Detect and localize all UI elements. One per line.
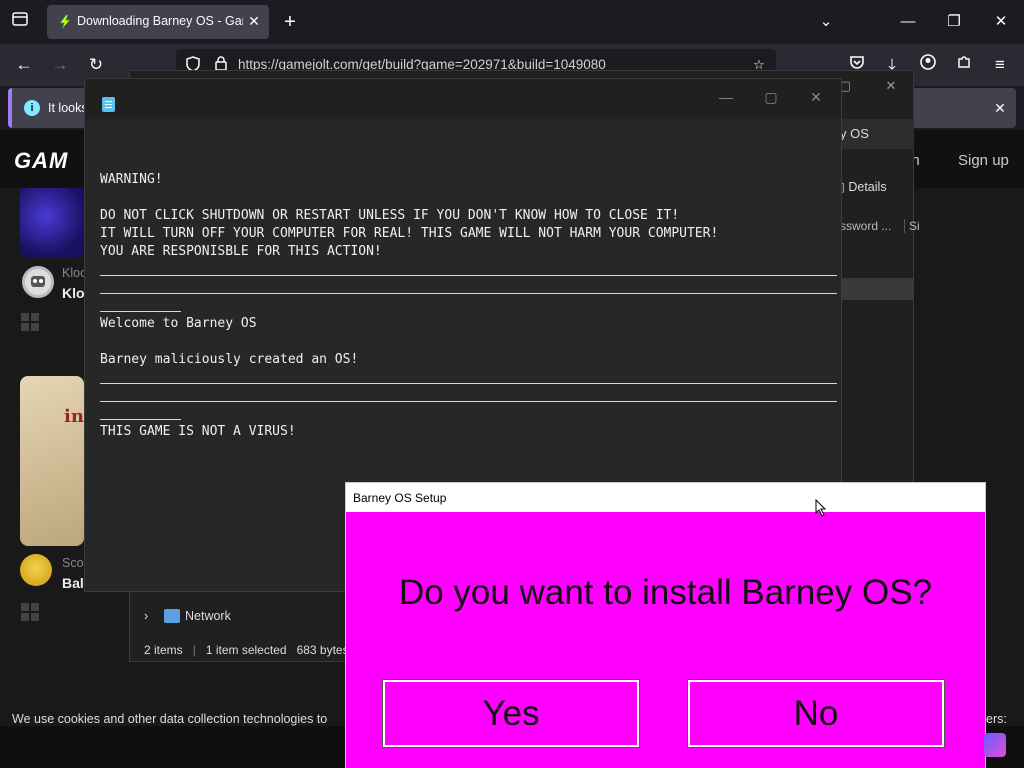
install-question: Do you want to install Barney OS? — [398, 573, 933, 612]
avatar[interactable] — [22, 266, 54, 298]
text-line: WARNING! — [100, 172, 163, 187]
sidebar-item-label: Network — [185, 609, 231, 623]
back-arrow-icon[interactable]: ← — [12, 53, 36, 77]
column-header-size[interactable]: Si — [904, 219, 920, 233]
tab-close-icon[interactable]: ✕ — [245, 12, 263, 30]
grid-icon[interactable] — [21, 603, 39, 621]
plus-icon[interactable]: + — [279, 11, 301, 33]
forward-arrow-icon[interactable]: → — [48, 53, 72, 77]
text-line: THIS GAME IS NOT A VIRUS! — [100, 424, 296, 439]
user-name[interactable]: Bal — [62, 575, 84, 591]
minimize-icon[interactable]: — — [895, 10, 921, 34]
status-selected: 1 item selected — [205, 643, 287, 657]
details-button[interactable]: ▯ Details — [838, 179, 887, 194]
taskbar-app-icon[interactable] — [984, 733, 1006, 757]
notification-text: It looks — [48, 101, 88, 115]
setup-titlebar[interactable]: Barney OS Setup — [346, 483, 985, 512]
close-icon[interactable]: ✕ — [805, 87, 827, 107]
avatar[interactable] — [20, 554, 52, 586]
menu-icon[interactable]: ≡ — [988, 53, 1012, 77]
text-line: DO NOT CLICK SHUTDOWN OR RESTART UNLESS … — [100, 208, 680, 223]
text-line: YOU ARE RESPONISBLE FOR THIS ACTION! — [100, 244, 382, 259]
tab-title: Downloading Barney OS - Game Jolt — [77, 14, 243, 28]
dialog-title: Barney OS Setup — [353, 491, 447, 505]
details-label: Details — [848, 180, 887, 194]
column-header-password[interactable]: ssword ... — [840, 219, 891, 233]
table-row[interactable] — [830, 278, 914, 300]
account-icon[interactable] — [916, 53, 940, 77]
desktop-screen: Downloading Barney OS - Game Jolt ✕ + ⌄ … — [0, 0, 1024, 768]
browser-tabstrip: Downloading Barney OS - Game Jolt ✕ + ⌄ … — [0, 0, 1024, 44]
grid-icon[interactable] — [21, 313, 39, 331]
user-name[interactable]: Klo — [62, 285, 85, 301]
divider — [100, 275, 837, 276]
network-icon — [164, 609, 180, 623]
status-bar: 2 items | 1 item selected 683 bytes — [144, 643, 349, 657]
yes-button[interactable]: Yes — [382, 679, 640, 748]
divider — [100, 311, 181, 312]
info-icon: i — [24, 100, 40, 116]
mouse-cursor-icon — [815, 498, 827, 517]
divider — [100, 401, 837, 402]
minimize-icon[interactable]: — — [715, 87, 737, 107]
text-line: Welcome to Barney OS — [100, 316, 257, 331]
reload-icon[interactable]: ↻ — [84, 53, 108, 77]
extensions-icon[interactable] — [952, 53, 976, 77]
sidebar-item-network[interactable]: › — [144, 609, 148, 623]
text-line: Barney maliciously created an OS! — [100, 352, 359, 367]
notepad-menubar — [85, 119, 841, 157]
text-line: IT WILL TURN OFF YOUR COMPUTER FOR REAL!… — [100, 226, 719, 241]
status-size: 683 bytes — [296, 643, 349, 657]
chevron-right-icon[interactable]: › — [144, 609, 148, 623]
close-icon[interactable]: ✕ — [988, 10, 1014, 34]
search-input[interactable]: y OS — [830, 119, 914, 149]
no-button[interactable]: No — [687, 679, 945, 748]
tab-list-icon[interactable] — [8, 10, 32, 34]
divider — [100, 293, 837, 294]
restore-icon[interactable]: ❐ — [941, 10, 967, 34]
notification-close-icon[interactable]: ✕ — [990, 98, 1010, 118]
game-thumbnail[interactable] — [20, 188, 84, 258]
setup-dialog: Barney OS Setup Do you want to install B… — [345, 482, 986, 768]
browser-tab[interactable]: Downloading Barney OS - Game Jolt ✕ — [47, 5, 269, 39]
status-item-count: 2 items — [144, 643, 183, 657]
divider — [100, 383, 837, 384]
close-icon[interactable]: ✕ — [881, 77, 901, 95]
user-handle: Sco — [62, 556, 84, 570]
game-thumbnail[interactable]: in — [20, 376, 84, 546]
sign-up-link[interactable]: Sign up — [958, 152, 1009, 169]
gamejolt-logo[interactable]: GAM — [14, 148, 68, 174]
thumbnail-text: in — [64, 406, 84, 427]
chevron-down-icon[interactable]: ⌄ — [813, 10, 839, 34]
maximize-icon[interactable]: ▢ — [760, 87, 782, 107]
notepad-titlebar: — ▢ ✕ — [85, 79, 841, 119]
cookie-notice-text: We use cookies and other data collection… — [12, 712, 328, 726]
divider — [100, 419, 181, 420]
notepad-icon — [102, 97, 115, 112]
gamejolt-favicon-icon — [57, 14, 73, 30]
cookie-notice-tail: ers: — [986, 712, 1007, 726]
